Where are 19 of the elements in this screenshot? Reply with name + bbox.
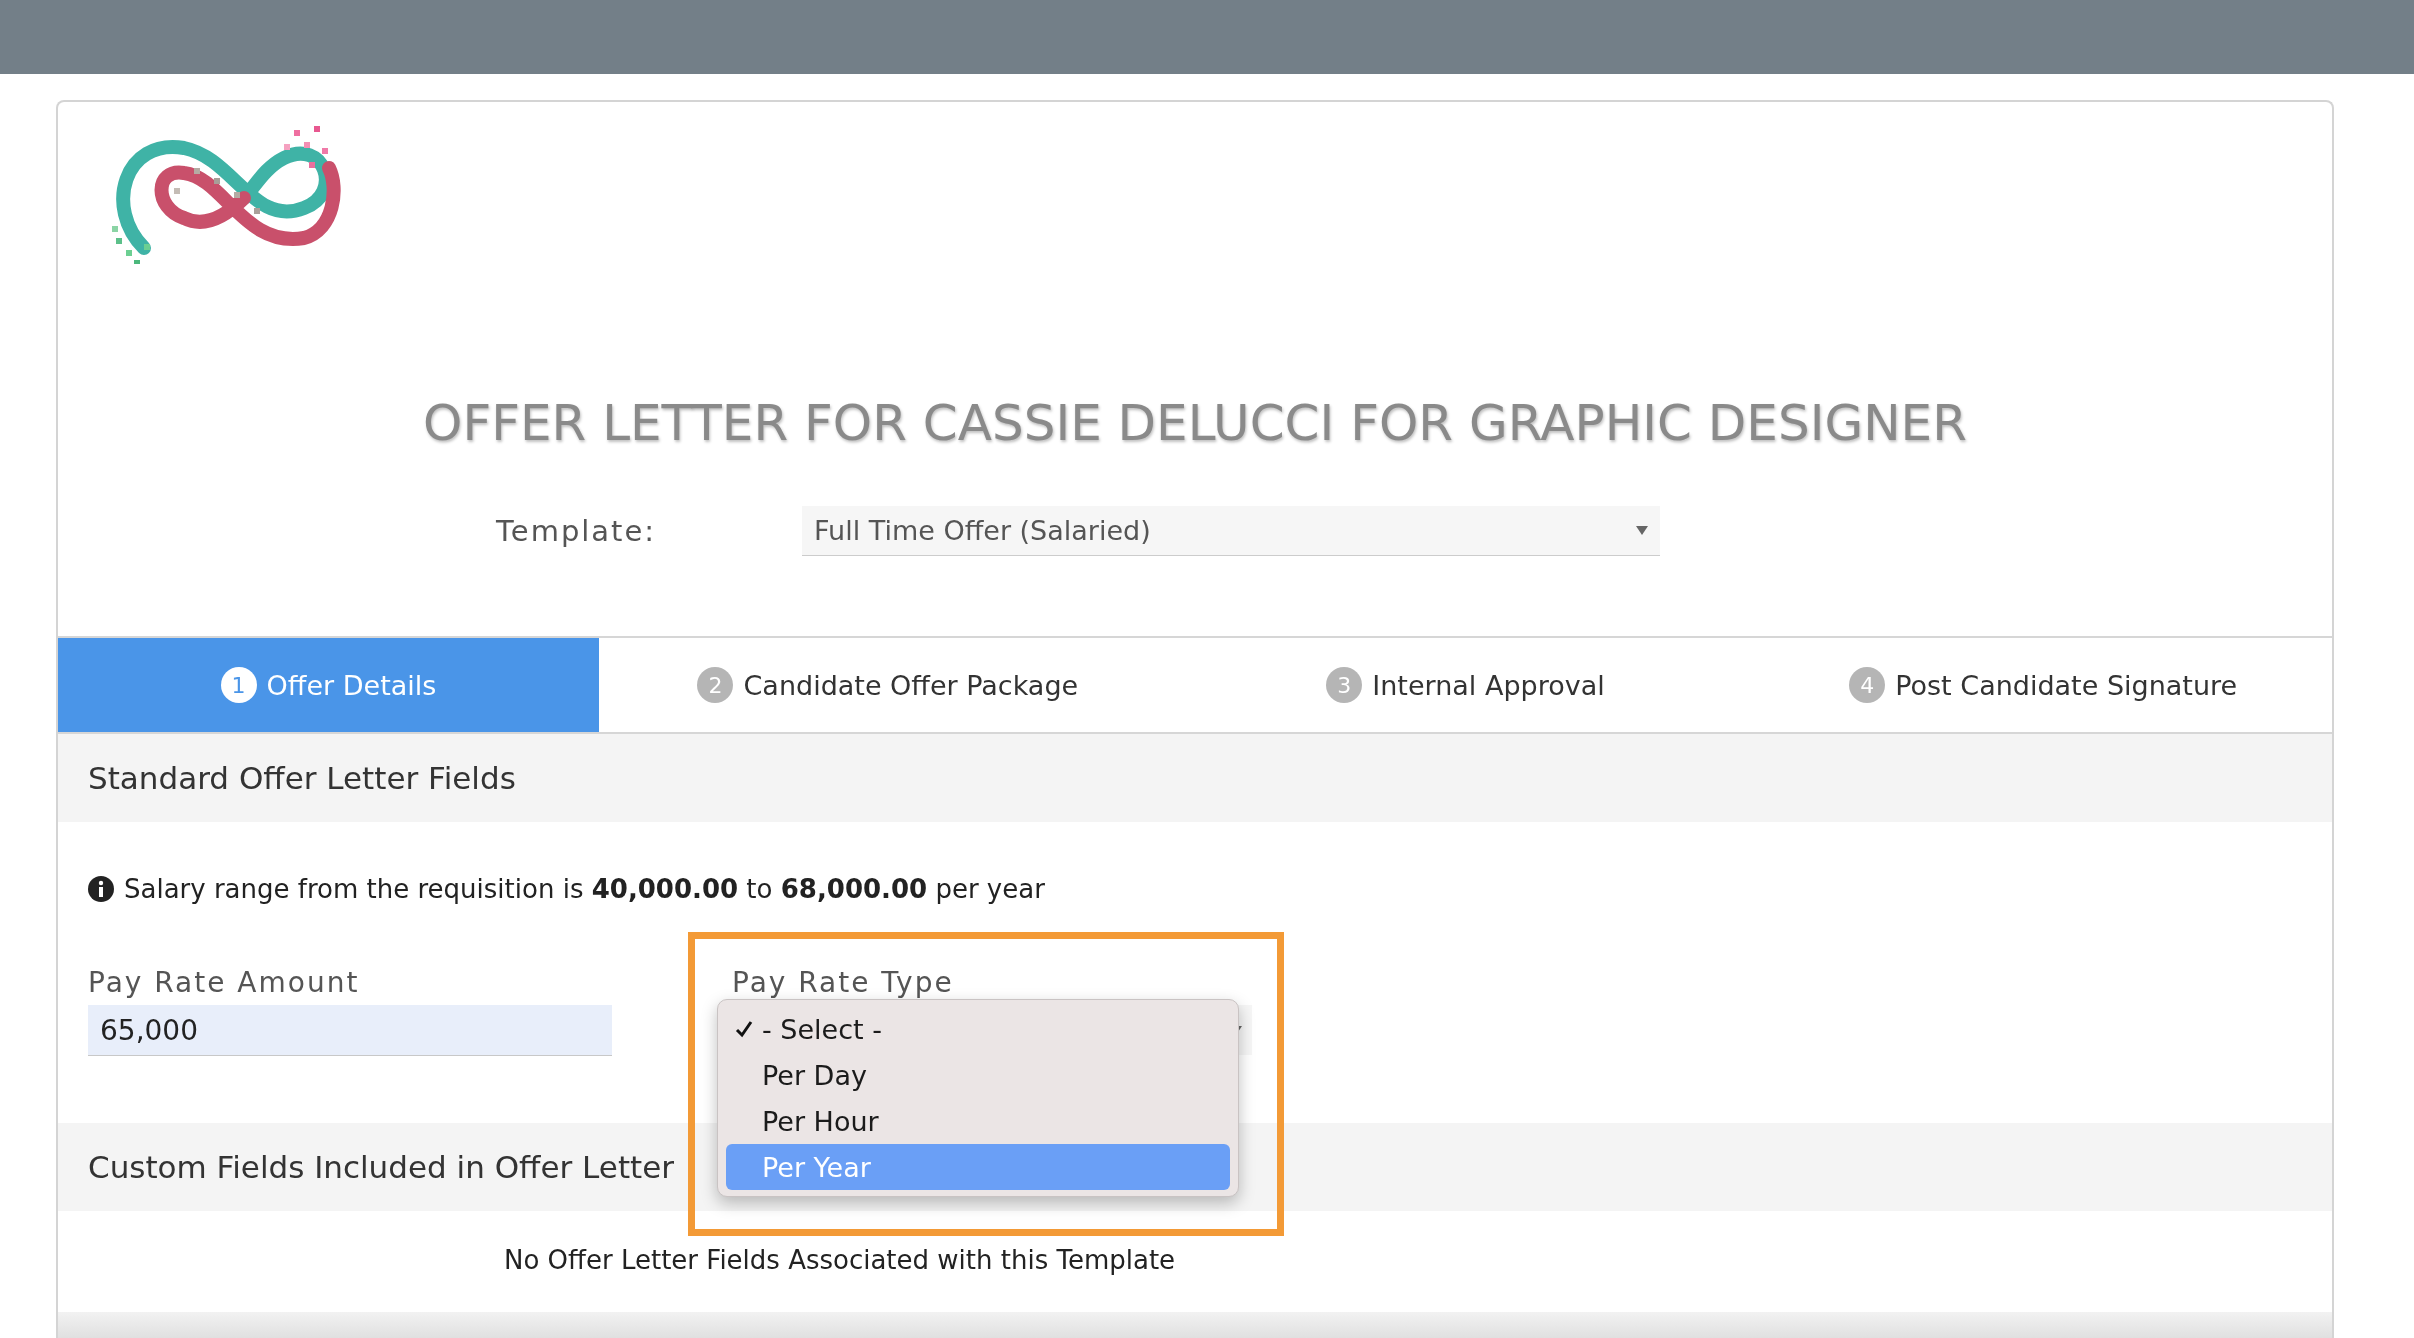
section-heading: Standard Offer Letter Fields bbox=[88, 760, 516, 796]
caret-icon bbox=[1636, 526, 1648, 535]
dropdown-option[interactable]: Per Day bbox=[726, 1052, 1230, 1098]
template-label: Template: bbox=[496, 514, 658, 548]
field-label: Pay Rate Amount bbox=[88, 966, 361, 999]
field-label: Pay Rate Type bbox=[732, 966, 955, 999]
section-heading: Custom Fields Included in Offer Letter bbox=[88, 1149, 675, 1185]
step-number: 3 bbox=[1326, 667, 1363, 703]
page-title: OFFER LETTER FOR CASSIE DELUCCI FOR GRAPHIC DESIGNER bbox=[422, 394, 1968, 452]
salary-range-note: Salary range from the requisition is 40,000.00 to 68,000.00 per year bbox=[124, 874, 1045, 904]
pay-rate-amount-field[interactable]: 65,000 bbox=[88, 1005, 612, 1056]
step-number: 2 bbox=[697, 667, 734, 703]
dropdown-option[interactable]: - Select - bbox=[726, 1006, 1230, 1052]
empty-message: No Offer Letter Fields Associated with this Template bbox=[503, 1244, 1177, 1275]
step-number: 4 bbox=[1849, 667, 1886, 703]
template-select[interactable]: Full Time Offer (Salaried) bbox=[802, 506, 1660, 556]
dropdown-option[interactable]: Per Hour bbox=[726, 1098, 1230, 1144]
info-icon bbox=[88, 876, 114, 902]
step-number: 1 bbox=[220, 667, 257, 703]
